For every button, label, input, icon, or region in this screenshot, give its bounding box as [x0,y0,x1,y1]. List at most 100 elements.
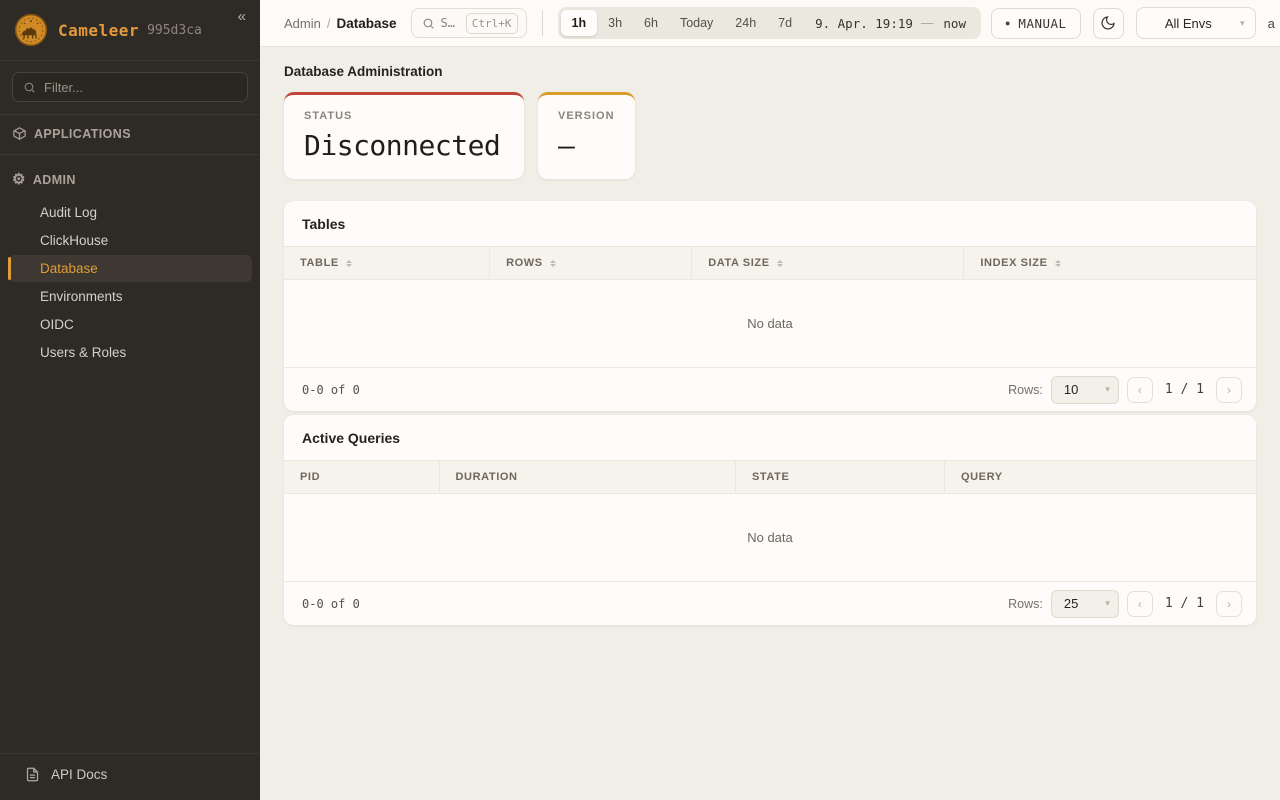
time-range-today[interactable]: Today [669,10,724,36]
topbar: Admin / Database S… Ctrl+K 1h 3h 6h Toda… [260,0,1280,47]
api-docs-label: API Docs [51,767,107,782]
tables-card: Tables TABLE ROWS DATA SIZE INDEX SIZE [284,201,1256,411]
sidebar-section-applications[interactable]: APPLICATIONS [0,115,260,152]
queries-empty-state: No data [284,494,1256,581]
sidebar-item-oidc[interactable]: OIDC [8,311,252,338]
document-icon [25,767,40,782]
column-header-duration[interactable]: DURATION [440,461,736,493]
next-page-button[interactable]: › [1216,377,1242,403]
stats-row: STATUS Disconnected VERSION — [284,92,1256,179]
section-label: APPLICATIONS [34,127,131,141]
sidebar-filter[interactable] [12,72,248,102]
env-selector[interactable]: All Envs ▾ [1136,7,1256,39]
column-label: TABLE [300,257,339,269]
tables-header-row: TABLE ROWS DATA SIZE INDEX SIZE [284,246,1256,280]
sort-icon [550,260,556,267]
date-range-separator: — [919,16,936,30]
chevron-down-icon: ▾ [1105,384,1110,395]
search-placeholder-text: S… [441,16,455,30]
refresh-mode-label: MANUAL [1018,16,1066,31]
breadcrumb-database: Database [336,16,396,31]
sidebar-item-database[interactable]: Database [8,255,252,282]
column-label: STATE [752,471,789,483]
tables-empty-state: No data [284,280,1256,367]
column-label: INDEX SIZE [980,257,1047,269]
sidebar-section-admin[interactable]: ⚙ ADMIN [0,161,260,198]
status-card-label: STATUS [304,110,504,122]
breadcrumb-admin[interactable]: Admin [284,16,321,31]
rows-per-page-select[interactable]: 25 ▾ [1051,590,1119,618]
main-area: Admin / Database S… Ctrl+K 1h 3h 6h Toda… [260,0,1280,800]
column-header-query[interactable]: QUERY [945,461,1256,493]
column-label: ROWS [506,257,543,269]
queries-header-row: PID DURATION STATE QUERY [284,460,1256,494]
section-label: ADMIN [33,173,76,187]
sidebar-collapse-icon[interactable]: « [238,8,246,25]
sidebar-item-users-roles[interactable]: Users & Roles [8,339,252,366]
global-search-button[interactable]: S… Ctrl+K [411,8,527,38]
status-dot-icon: ● [1005,19,1010,28]
breadcrumb: Admin / Database [284,16,397,31]
column-header-index-size[interactable]: INDEX SIZE [964,247,1256,279]
result-range-text: 0-0 of 0 [302,383,360,397]
sidebar-filter-input[interactable] [44,80,237,95]
time-range-3h[interactable]: 3h [597,10,633,36]
divider [542,10,543,36]
truncated-user-text[interactable]: a [1268,16,1278,31]
column-label: QUERY [961,471,1003,483]
column-header-state[interactable]: STATE [736,461,945,493]
rows-per-page-select[interactable]: 10 ▾ [1051,376,1119,404]
divider [0,154,260,155]
time-range-7d[interactable]: 7d [767,10,803,36]
refresh-mode-button[interactable]: ● MANUAL [991,8,1081,39]
sort-icon [777,260,783,267]
sidebar-header: Cameleer 995d3ca « [0,0,260,61]
sidebar-footer: API Docs [0,753,260,800]
column-header-data-size[interactable]: DATA SIZE [692,247,964,279]
sidebar-spacer [0,371,260,753]
version-card-label: VERSION [558,110,615,122]
brand-build-hash: 995d3ca [147,23,202,38]
theme-toggle-button[interactable] [1093,8,1124,39]
column-header-table[interactable]: TABLE [284,247,490,279]
sidebar-item-audit-log[interactable]: Audit Log [8,199,252,226]
breadcrumb-separator: / [327,16,331,31]
sort-icon [346,260,352,267]
column-header-pid[interactable]: PID [284,461,440,493]
column-label: PID [300,471,320,483]
column-label: DATA SIZE [708,257,769,269]
search-icon [422,17,435,30]
package-icon [12,126,27,141]
page-indicator: 1 / 1 [1165,382,1204,397]
rows-per-page-label: Rows: [1008,383,1043,397]
admin-nav: Audit Log ClickHouse Database Environmen… [0,198,260,371]
date-range-from[interactable]: 9. Apr. 19:19 [803,16,919,31]
moon-icon [1100,15,1116,31]
rows-per-page-label: Rows: [1008,597,1043,611]
active-queries-card-title: Active Queries [284,415,1256,460]
brand-name: Cameleer [58,21,139,40]
env-selector-value: All Envs [1137,16,1240,31]
prev-page-button[interactable]: ‹ [1127,377,1153,403]
time-range-group: 1h 3h 6h Today 24h 7d 9. Apr. 19:19 — no… [558,7,981,39]
time-range-1h[interactable]: 1h [561,10,598,36]
page-title: Database Administration [284,64,1256,79]
time-range-24h[interactable]: 24h [724,10,767,36]
next-page-button[interactable]: › [1216,591,1242,617]
status-card: STATUS Disconnected [284,92,524,179]
api-docs-link[interactable]: API Docs [0,767,260,782]
gear-icon: ⚙ [12,172,26,187]
column-header-rows[interactable]: ROWS [490,247,692,279]
tables-pagination: 0-0 of 0 Rows: 10 ▾ ‹ 1 / 1 › [284,367,1256,411]
sidebar-item-environments[interactable]: Environments [8,283,252,310]
result-range-text: 0-0 of 0 [302,597,360,611]
prev-page-button[interactable]: ‹ [1127,591,1153,617]
active-queries-card: Active Queries PID DURATION STATE QUERY … [284,415,1256,625]
sidebar-item-clickhouse[interactable]: ClickHouse [8,227,252,254]
date-range-to[interactable]: now [935,16,978,31]
chevron-down-icon: ▾ [1105,598,1110,609]
chevron-down-icon: ▾ [1240,18,1245,29]
rows-per-page-value: 25 [1064,596,1105,611]
time-range-6h[interactable]: 6h [633,10,669,36]
rows-per-page-value: 10 [1064,382,1105,397]
